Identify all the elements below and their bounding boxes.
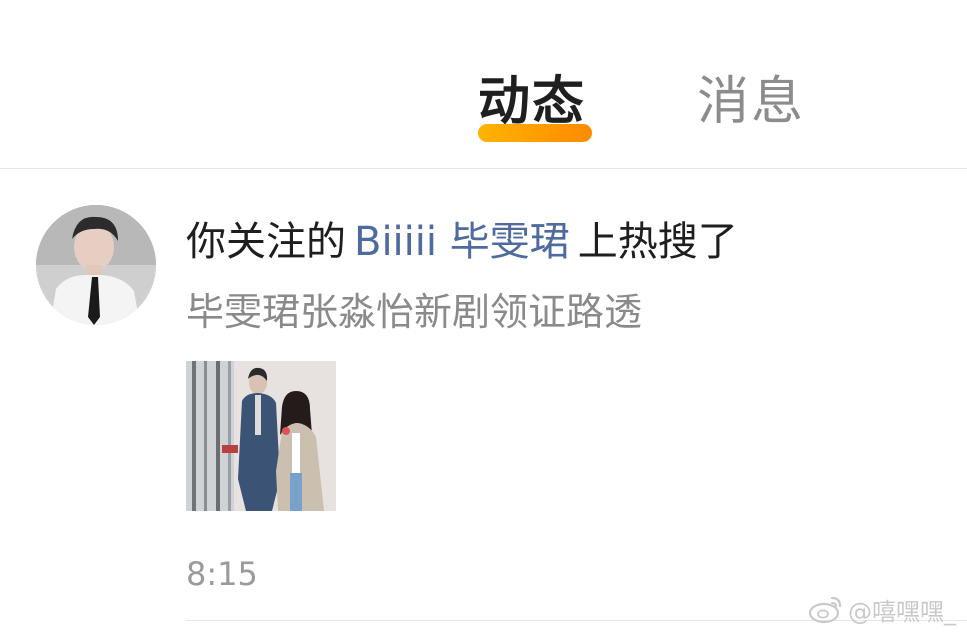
active-tab-indicator	[478, 124, 592, 142]
header-divider	[0, 168, 967, 169]
timestamp: 8:15	[186, 555, 258, 593]
tab-messages[interactable]: 消息	[697, 70, 805, 134]
notification-title: 你关注的 Biiiii 毕雯珺 上热搜了	[186, 214, 738, 270]
title-suffix: 上热搜了	[577, 219, 738, 265]
watermark-text: @嘻嘿嘿_	[848, 597, 956, 626]
watermark: @嘻嘿嘿_	[808, 592, 956, 626]
user-name-link[interactable]: Biiiii 毕雯珺	[354, 219, 570, 265]
notification-thumbnail[interactable]	[186, 361, 336, 511]
avatar[interactable]	[36, 205, 156, 325]
notification-subtitle[interactable]: 毕雯珺张淼怡新剧领证路透	[186, 286, 642, 338]
title-prefix: 你关注的	[186, 219, 346, 265]
weibo-logo-icon	[808, 596, 842, 624]
top-tab-bar: 动态 消息	[0, 0, 967, 170]
